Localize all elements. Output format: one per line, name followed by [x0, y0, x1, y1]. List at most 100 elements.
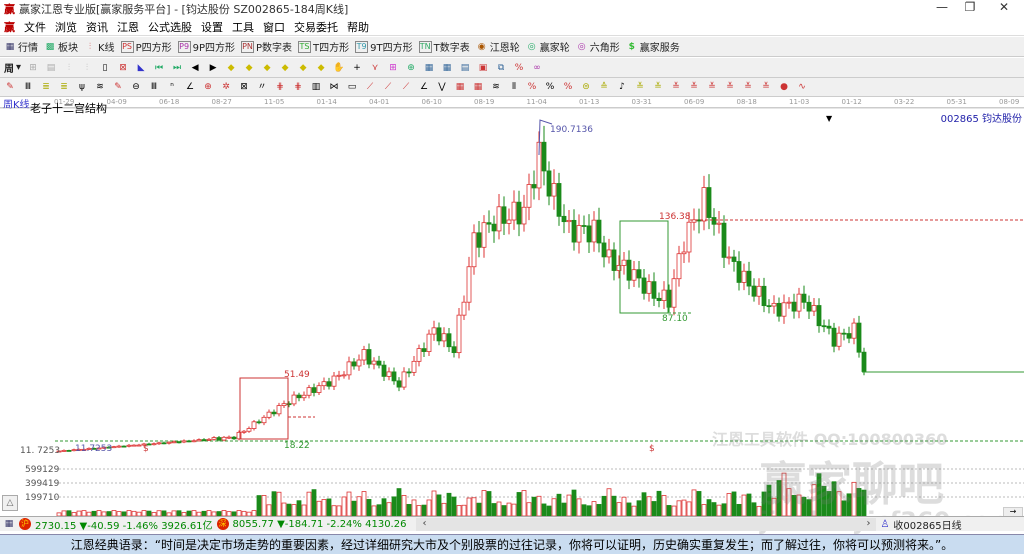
save-icon[interactable]: ▣ [477, 62, 489, 74]
level3-icon[interactable]: ≚ [670, 81, 682, 93]
menu-news[interactable]: 资讯 [86, 19, 108, 35]
line-eq-icon[interactable]: ≙ [598, 81, 610, 93]
menu-gann[interactable]: 江恩 [117, 19, 139, 35]
tool2-icon[interactable]: ⊕ [405, 62, 417, 74]
v-icon[interactable]: ⋁ [436, 81, 448, 93]
list-icon[interactable]: ▤ [459, 62, 471, 74]
ray-icon[interactable]: ⟋ [364, 81, 376, 93]
horizontal-scrollbar[interactable]: ‹ › [416, 517, 877, 531]
pencil-icon[interactable]: ✎ [112, 81, 124, 93]
rect-icon[interactable]: ▭ [346, 81, 358, 93]
level2-icon[interactable]: ≚ [652, 81, 664, 93]
target-icon[interactable]: ⊕ [202, 81, 214, 93]
dropdown-arrow-icon[interactable]: ▼ [826, 114, 832, 123]
infinity-icon[interactable]: ∞ [531, 62, 543, 74]
diamond-up-icon[interactable]: ◆ [225, 62, 237, 74]
circle-eq-icon[interactable]: ⊜ [580, 81, 592, 93]
diamond-down-icon[interactable]: ◆ [243, 62, 255, 74]
menu-window[interactable]: 窗口 [263, 19, 285, 35]
diamond-in-icon[interactable]: ◆ [297, 62, 309, 74]
diamond-right-icon[interactable]: ◆ [279, 62, 291, 74]
angle-icon[interactable]: ∠ [184, 81, 196, 93]
pct-line-icon[interactable]: % [526, 81, 538, 93]
p-square-button[interactable]: PS P四方形 [120, 39, 172, 54]
network-icon[interactable]: ⧉ [495, 62, 507, 74]
quotes-button[interactable]: ▦ 行情 [4, 39, 38, 55]
cross-icon[interactable]: ⋕ [274, 81, 286, 93]
pct-icon[interactable]: % [544, 81, 556, 93]
level6-icon[interactable]: ≚ [724, 81, 736, 93]
ladder-icon[interactable]: ⫴ [508, 81, 520, 93]
fork-icon[interactable]: ψ [76, 81, 88, 93]
level5-icon[interactable]: ≚ [706, 81, 718, 93]
diamond-out-icon[interactable]: ◆ [315, 62, 327, 74]
menu-file[interactable]: 文件 [24, 19, 46, 35]
maximize-button[interactable]: ❐ [956, 0, 984, 17]
winner-wheel-button[interactable]: ◎ 赢家轮 [526, 39, 570, 55]
grid2-icon[interactable]: ⋕ [292, 81, 304, 93]
pct2-icon[interactable]: % [562, 81, 574, 93]
scroll-left-icon[interactable]: ‹ [422, 518, 426, 531]
crosshair-icon[interactable]: + [351, 62, 363, 74]
bars-icon[interactable]: Ⅲ [148, 81, 160, 93]
left-icon[interactable]: ◀ [189, 62, 201, 74]
split-icon[interactable]: ⋈ [328, 81, 340, 93]
hexagon-button[interactable]: ◎ 六角形 [576, 39, 620, 55]
first-icon[interactable]: ⏮ [153, 62, 165, 74]
n2-icon[interactable]: ⁿ [166, 81, 178, 93]
9p-square-button[interactable]: P9 9P四方形 [177, 39, 235, 54]
expand-toggle-button[interactable]: △ [2, 495, 18, 511]
percent-icon[interactable]: % [513, 62, 525, 74]
chart-icon[interactable]: ⫶ [63, 62, 75, 74]
calculator-icon[interactable]: ▦ [441, 62, 453, 74]
ray3-icon[interactable]: ⟋ [400, 81, 412, 93]
page-icon[interactable]: ▤ [45, 62, 57, 74]
gann-icon[interactable]: ⊠ [117, 62, 129, 74]
calculator-icon[interactable]: ▦ [3, 518, 15, 530]
table-icon[interactable]: ▥ [310, 81, 322, 93]
ruler-icon[interactable]: ∠ [418, 81, 430, 93]
grid3-icon[interactable]: ▦ [454, 81, 466, 93]
calendar-icon[interactable]: ▦ [423, 62, 435, 74]
menu-help[interactable]: 帮助 [347, 19, 369, 35]
candle-icon[interactable]: ▯ [99, 62, 111, 74]
chart2-icon[interactable]: ⫶ [81, 62, 93, 74]
diamond-left-icon[interactable]: ◆ [261, 62, 273, 74]
fan2-icon[interactable]: ≣ [58, 81, 70, 93]
menu-trade[interactable]: 交易委托 [294, 19, 338, 35]
star-icon[interactable]: ✲ [220, 81, 232, 93]
flag-icon[interactable]: ◣ [135, 62, 147, 74]
menu-settings[interactable]: 设置 [201, 19, 223, 35]
fan-icon[interactable]: ≣ [40, 81, 52, 93]
circle-icon[interactable]: ⊖ [130, 81, 142, 93]
t-square-button[interactable]: TS T四方形 [298, 39, 349, 54]
kline-chart[interactable]: 190.7136 11. 7253 11.7253 $ $51.49 18.22 136.3… [0, 108, 1024, 516]
line-icon[interactable]: ⋎ [369, 62, 381, 74]
t-table-button[interactable]: TN T数字表 [418, 39, 470, 54]
ray2-icon[interactable]: ⟋ [382, 81, 394, 93]
9t-square-button[interactable]: T9 9T四方形 [355, 39, 413, 54]
kline-button[interactable]: ⫶ K线 [84, 39, 115, 55]
menu-tools[interactable]: 工具 [232, 19, 254, 35]
last-icon[interactable]: ⏭ [171, 62, 183, 74]
quote-icon[interactable]: 〃 [256, 81, 268, 93]
tool-icon[interactable]: ⊞ [387, 62, 399, 74]
minimize-button[interactable]: — [928, 0, 956, 17]
gann-wheel-button[interactable]: ◉ 江恩轮 [476, 39, 520, 55]
scroll-right-icon[interactable]: › [866, 518, 870, 531]
zoom-icon[interactable]: ⊞ [27, 62, 39, 74]
level7-icon[interactable]: ≚ [742, 81, 754, 93]
curve-icon[interactable]: ∿ [796, 81, 808, 93]
menu-formula[interactable]: 公式选股 [148, 19, 192, 35]
hand-icon[interactable]: ✋ [333, 62, 345, 74]
menu-browse[interactable]: 浏览 [55, 19, 77, 35]
wave-icon[interactable]: ≋ [94, 81, 106, 93]
lines-icon[interactable]: Ⅲ [22, 81, 34, 93]
bell-icon[interactable]: ♪ [616, 81, 628, 93]
grid4-icon[interactable]: ▦ [472, 81, 484, 93]
level8-icon[interactable]: ≚ [760, 81, 772, 93]
right-icon[interactable]: ▶ [207, 62, 219, 74]
stripes-icon[interactable]: ≋ [490, 81, 502, 93]
pen-icon[interactable]: ✎ [4, 81, 16, 93]
winner-service-button[interactable]: $ 赢家服务 [626, 39, 680, 55]
